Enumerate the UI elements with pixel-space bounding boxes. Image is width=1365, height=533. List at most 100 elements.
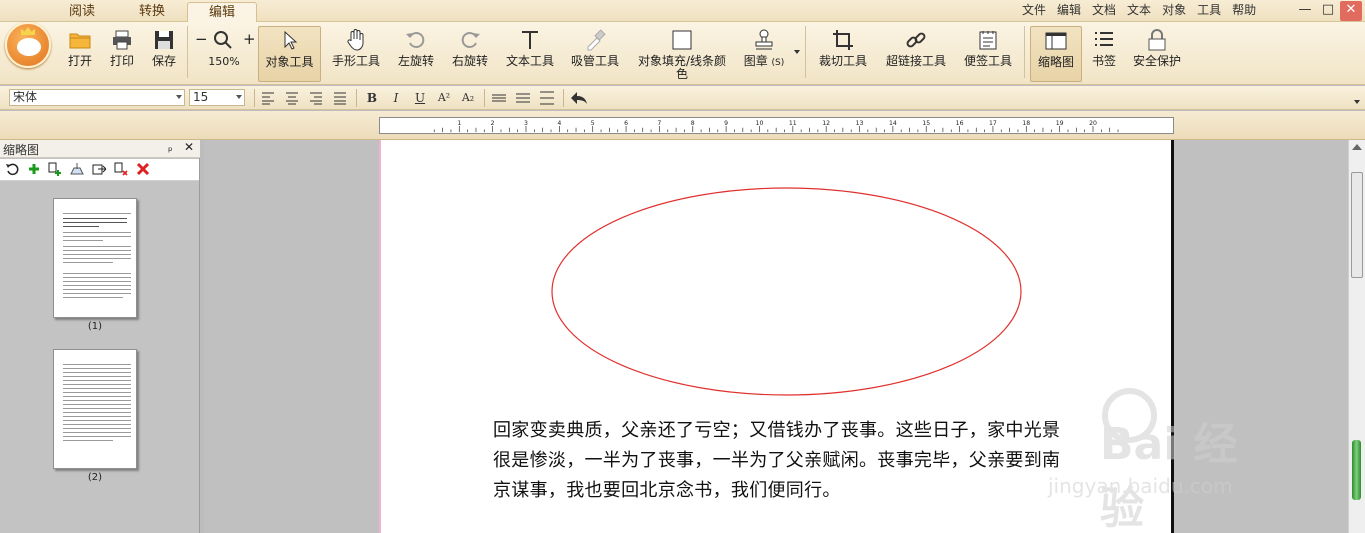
- replace-page-icon[interactable]: [114, 162, 128, 176]
- line-spacing-1-icon[interactable]: [490, 89, 508, 107]
- text-tool-button[interactable]: 文本工具: [501, 26, 559, 76]
- font-family-select[interactable]: 宋体: [9, 89, 185, 106]
- thumb-line: [63, 388, 131, 389]
- open-button[interactable]: 打开: [62, 26, 98, 76]
- toolbar-overflow-arrow[interactable]: [1354, 100, 1360, 104]
- stamp-button[interactable]: 图章 (S): [740, 26, 788, 76]
- rotate-left-button[interactable]: 左旋转: [392, 26, 440, 76]
- pin-icon[interactable]: ₚ: [168, 141, 173, 154]
- magnifier-icon[interactable]: [213, 30, 233, 50]
- page-thumbnail-1[interactable]: [53, 198, 137, 318]
- thumb-line: [63, 376, 131, 377]
- thumb-line: [63, 213, 131, 214]
- stamp-dropdown-arrow[interactable]: [794, 50, 800, 54]
- watermark-logo: Bai 经验 jingyan.baidu.com: [1040, 388, 1280, 533]
- ruler-label: 19: [1056, 120, 1064, 127]
- italic-button[interactable]: I: [387, 89, 405, 107]
- tab-edit[interactable]: 编辑: [187, 2, 257, 22]
- stamp-label: 图章 (S): [740, 55, 788, 70]
- align-center-icon[interactable]: [283, 89, 301, 107]
- fill-color-button[interactable]: 对象填充/线条颜 色: [634, 26, 730, 81]
- align-right-icon[interactable]: [307, 89, 325, 107]
- save-button[interactable]: 保存: [146, 26, 182, 76]
- save-label: 保存: [151, 54, 176, 68]
- object-tool-button[interactable]: 对象工具: [258, 26, 321, 82]
- thumb-line: [63, 380, 131, 381]
- underline-button[interactable]: U: [411, 89, 429, 107]
- scrollbar-grip[interactable]: [1352, 440, 1361, 500]
- subscript-button[interactable]: A₂: [459, 89, 477, 107]
- delete-page-icon[interactable]: [136, 162, 150, 176]
- menu-help[interactable]: 帮助: [1232, 2, 1256, 20]
- crop-button[interactable]: 裁切工具: [814, 26, 872, 76]
- body-line-3: 京谋事，我也要回北京念书，我们便同行。: [493, 480, 841, 501]
- thumb-line: [63, 412, 131, 413]
- rotate-left-label: 左旋转: [397, 54, 434, 68]
- close-button[interactable]: ✕: [1340, 1, 1362, 21]
- line-spacing-2-icon[interactable]: [514, 89, 532, 107]
- thumb-line: [63, 222, 127, 223]
- menu-document[interactable]: 文档: [1092, 2, 1116, 20]
- thumb-line: [63, 258, 131, 259]
- ribbon-toolbar: 打开 打印 保存 − + 150% 对象工具 手形工具 左旋转 右旋转 文本工具: [0, 22, 1365, 85]
- scrollbar-thumb[interactable]: [1351, 172, 1363, 278]
- thumb-line: [63, 254, 131, 255]
- align-justify-icon[interactable]: [331, 89, 349, 107]
- menu-edit[interactable]: 编辑: [1057, 2, 1081, 20]
- menu-text[interactable]: 文本: [1127, 2, 1151, 20]
- body-paragraph[interactable]: 回家变卖典质，父亲还了亏空；又借钱办了丧事。这些日子，家中光景 很是惨淡，一半为…: [493, 416, 1118, 506]
- thumbnail-view-button[interactable]: 缩略图: [1030, 26, 1082, 82]
- security-button[interactable]: 安全保护: [1130, 26, 1184, 76]
- thumb-line: [63, 368, 131, 369]
- vertical-scrollbar[interactable]: [1348, 140, 1365, 533]
- rotate-right-button[interactable]: 右旋转: [446, 26, 494, 76]
- page-thumbnail-2[interactable]: [53, 349, 137, 469]
- tab-convert[interactable]: 转换: [117, 2, 187, 22]
- link-icon: [906, 32, 926, 48]
- zoom-level[interactable]: 150%: [193, 55, 255, 68]
- hyperlink-button[interactable]: 超链接工具: [882, 26, 950, 76]
- hand-tool-button[interactable]: 手形工具: [328, 26, 384, 76]
- close-panel-icon[interactable]: ✕: [184, 140, 194, 154]
- zoom-out-button[interactable]: −: [195, 30, 208, 48]
- superscript-button[interactable]: A²: [435, 89, 453, 107]
- thumb-line: [63, 432, 131, 433]
- print-button[interactable]: 打印: [104, 26, 140, 76]
- menu-file[interactable]: 文件: [1022, 2, 1046, 20]
- ellipse-shape[interactable]: [551, 187, 1022, 396]
- ruler-label: 12: [822, 120, 830, 127]
- eyedropper-button[interactable]: 吸管工具: [567, 26, 623, 76]
- app-logo[interactable]: [5, 22, 51, 68]
- menu-tools[interactable]: 工具: [1197, 2, 1221, 20]
- text-tool-label: 文本工具: [505, 54, 554, 68]
- maximize-button[interactable]: □: [1317, 1, 1339, 21]
- ruler-label: 20: [1089, 120, 1097, 127]
- thumb-line: [63, 420, 131, 421]
- bookmark-button[interactable]: 书签: [1088, 26, 1120, 76]
- page-label-2: (2): [87, 472, 103, 483]
- align-left-icon[interactable]: [259, 89, 277, 107]
- zoom-buttons: − +: [193, 26, 256, 55]
- tab-read[interactable]: 阅读: [47, 2, 117, 22]
- line-spacing-3-icon[interactable]: [538, 89, 556, 107]
- insert-page-icon[interactable]: [48, 162, 62, 176]
- ruler-label: 15: [922, 120, 930, 127]
- rotate-page-icon[interactable]: [5, 162, 19, 176]
- chevron-down-icon: [236, 95, 242, 99]
- thumb-line: [63, 281, 131, 282]
- menu-bar: 文件 编辑 文档 文本 对象 工具 帮助: [1022, 2, 1267, 20]
- scroll-up-arrow[interactable]: [1352, 144, 1362, 150]
- minimize-button[interactable]: —: [1294, 1, 1316, 21]
- font-size-select[interactable]: 15: [189, 89, 245, 106]
- thumb-line: [63, 400, 131, 401]
- export-page-icon[interactable]: [92, 162, 106, 176]
- menu-object[interactable]: 对象: [1162, 2, 1186, 20]
- extract-page-icon[interactable]: [70, 162, 84, 176]
- thumb-line: [63, 396, 131, 397]
- add-page-icon[interactable]: [27, 162, 41, 176]
- note-tool-button[interactable]: 便签工具: [959, 26, 1017, 76]
- bold-button[interactable]: B: [363, 89, 381, 107]
- thumb-line: [63, 232, 131, 233]
- undo-icon[interactable]: [569, 89, 589, 107]
- zoom-in-button[interactable]: +: [243, 30, 256, 48]
